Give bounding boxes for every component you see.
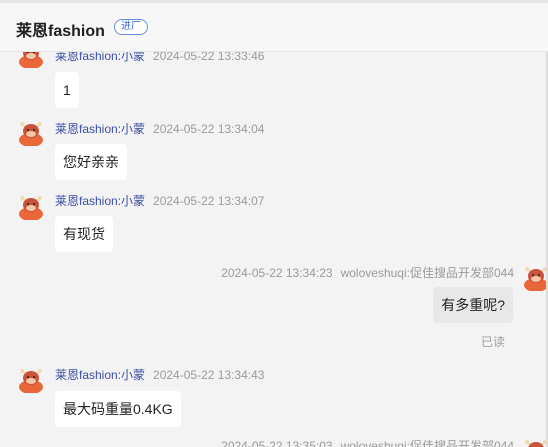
sender-name[interactable]: 莱恩fashion:小蒙 <box>55 122 145 136</box>
sender-name[interactable]: 莱恩fashion:小蒙 <box>55 194 145 208</box>
message-bubble[interactable]: 1 <box>55 72 79 108</box>
message-bubble[interactable]: 最大码重量0.4KG <box>55 391 181 427</box>
message-bubble[interactable]: 您好亲亲 <box>55 144 127 180</box>
message-time: 2024-05-22 13:34:07 <box>153 194 265 208</box>
bull-mascot-avatar-icon[interactable] <box>17 52 45 68</box>
message-meta: 莱恩fashion:小蒙 2024-05-22 13:33:46 <box>55 52 264 64</box>
chat-window: 莱恩fashion 进厂 莱恩fashion:小蒙 2024-05-22 13:3… <box>0 0 548 447</box>
message-time: 2024-05-22 13:34:23 <box>221 266 333 280</box>
message-list[interactable]: 莱恩fashion:小蒙 2024-05-22 13:33:46 1 莱恩fash… <box>0 52 548 447</box>
bull-mascot-avatar-icon[interactable] <box>17 192 45 220</box>
shop-title[interactable]: 莱恩fashion <box>16 17 105 41</box>
message-time: 2024-05-22 13:34:43 <box>153 368 265 382</box>
chat-header: 莱恩fashion 进厂 <box>0 0 548 52</box>
status-badge[interactable]: 进厂 <box>114 19 148 35</box>
sender-name[interactable]: 莱恩fashion:小蒙 <box>55 52 145 63</box>
bull-mascot-avatar-icon[interactable] <box>17 365 45 393</box>
read-status: 已读 <box>480 335 505 349</box>
message-meta: 莱恩fashion:小蒙 2024-05-22 13:34:04 <box>55 120 264 137</box>
message-time: 2024-05-22 13:34:04 <box>153 122 265 136</box>
message-time: 2024-05-22 13:33:46 <box>153 52 265 63</box>
bull-mascot-avatar-icon[interactable] <box>17 118 45 146</box>
message-time: 2024-05-22 13:35:03 <box>221 439 333 447</box>
bull-mascot-avatar-icon[interactable] <box>522 263 548 291</box>
message-meta: 2024-05-22 13:35:03 woloveshuqi:促佳搜品开发部04… <box>221 437 514 447</box>
sender-name[interactable]: woloveshuqi:促佳搜品开发部044 <box>341 266 514 280</box>
message-meta: 2024-05-22 13:34:23 woloveshuqi:促佳搜品开发部04… <box>221 264 514 281</box>
message-meta: 莱恩fashion:小蒙 2024-05-22 13:34:07 <box>55 192 264 209</box>
bull-mascot-avatar-icon[interactable] <box>522 436 548 447</box>
sender-name[interactable]: woloveshuqi:促佳搜品开发部044 <box>341 439 514 447</box>
message-bubble[interactable]: 有现货 <box>55 216 113 252</box>
message-bubble[interactable]: 有多重呢? <box>433 287 513 323</box>
message-meta: 莱恩fashion:小蒙 2024-05-22 13:34:43 <box>55 366 264 383</box>
sender-name[interactable]: 莱恩fashion:小蒙 <box>55 368 145 382</box>
